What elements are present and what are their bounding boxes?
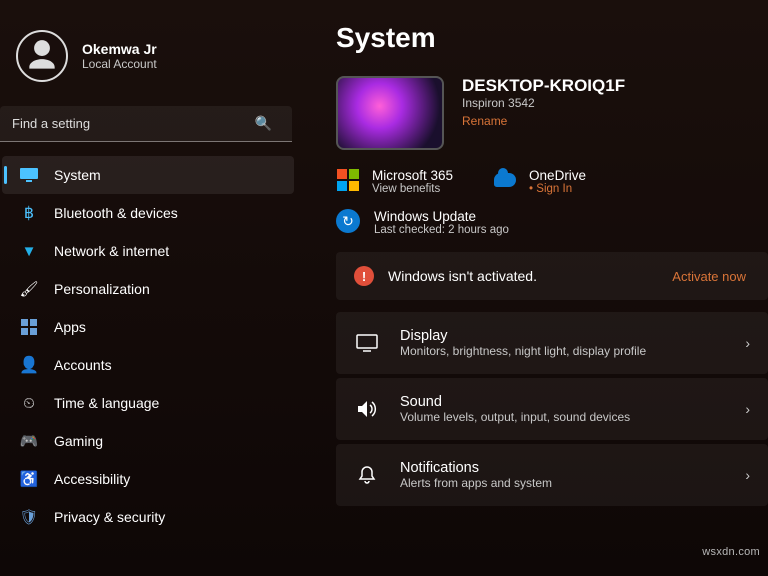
sidebar-item-time[interactable]: ⏲ Time & language (2, 384, 294, 422)
chevron-right-icon: › (745, 467, 750, 483)
user-account-type: Local Account (82, 57, 157, 71)
time-icon: ⏲ (20, 394, 38, 412)
onedrive-card[interactable]: OneDrive Sign In (493, 168, 586, 195)
sidebar-item-label: Privacy & security (54, 509, 165, 525)
device-model: Inspiron 3542 (462, 96, 625, 110)
settings-panel-sound[interactable]: SoundVolume levels, output, input, sound… (336, 378, 768, 440)
accessibility-icon: ♿ (20, 470, 38, 488)
panel-title: Display (400, 328, 646, 344)
ms365-sub: View benefits (372, 183, 453, 195)
sync-icon: ↻ (336, 209, 360, 233)
sidebar-item-label: System (54, 167, 101, 183)
onedrive-signin-link[interactable]: Sign In (529, 183, 586, 195)
display-icon (354, 334, 380, 352)
onedrive-icon (493, 168, 517, 192)
sidebar-item-system[interactable]: System (2, 156, 294, 194)
chevron-right-icon: › (745, 401, 750, 417)
sidebar-item-label: Personalization (54, 281, 150, 297)
panel-title: Sound (400, 394, 630, 410)
activation-message: Windows isn't activated. (388, 268, 537, 284)
settings-panel-notifications[interactable]: NotificationsAlerts from apps and system… (336, 444, 768, 506)
sidebar-item-label: Accessibility (54, 471, 130, 487)
apps-icon (20, 318, 38, 336)
avatar (16, 30, 68, 82)
chevron-right-icon: › (745, 335, 750, 351)
sidebar-item-accounts[interactable]: 👤 Accounts (2, 346, 294, 384)
sidebar-nav: System ฿ Bluetooth & devices ▼ Network & int… (0, 156, 300, 536)
sidebar-item-privacy[interactable]: 🛡 Privacy & security (2, 498, 294, 536)
settings-panel-display[interactable]: DisplayMonitors, brightness, night light… (336, 312, 768, 374)
panel-sub: Alerts from apps and system (400, 476, 552, 490)
sidebar-item-bluetooth[interactable]: ฿ Bluetooth & devices (2, 194, 294, 232)
sidebar-item-label: Accounts (54, 357, 112, 373)
panel-title: Notifications (400, 460, 552, 476)
activate-now-link[interactable]: Activate now (672, 269, 750, 284)
activation-banner[interactable]: ! Windows isn't activated. Activate now (336, 252, 768, 300)
sidebar-item-label: Gaming (54, 433, 103, 449)
sidebar-item-personalization[interactable]: 🖌 Personalization (2, 270, 294, 308)
gaming-icon: 🎮 (20, 432, 38, 450)
ms365-title: Microsoft 365 (372, 168, 453, 183)
page-title: System (336, 22, 768, 54)
user-account-block[interactable]: Okemwa Jr Local Account (0, 24, 300, 102)
accounts-icon: 👤 (20, 356, 38, 374)
panel-sub: Monitors, brightness, night light, displ… (400, 344, 646, 358)
user-name: Okemwa Jr (82, 41, 157, 57)
microsoft-365-card[interactable]: Microsoft 365 View benefits (336, 168, 453, 195)
windows-update-card[interactable]: ↻ Windows Update Last checked: 2 hours a… (336, 209, 768, 236)
sidebar-item-accessibility[interactable]: ♿ Accessibility (2, 460, 294, 498)
update-title: Windows Update (374, 209, 509, 224)
sidebar-item-label: Network & internet (54, 243, 169, 259)
personalization-icon: 🖌 (20, 280, 38, 298)
sidebar-item-gaming[interactable]: 🎮 Gaming (2, 422, 294, 460)
search-input[interactable] (0, 106, 292, 142)
device-name: DESKTOP-KROIQ1F (462, 76, 625, 96)
microsoft-logo-icon (336, 168, 360, 192)
sound-icon (354, 400, 380, 418)
sidebar-item-label: Time & language (54, 395, 159, 411)
search-icon: 🔍 (255, 115, 272, 132)
sidebar-item-network[interactable]: ▼ Network & internet (2, 232, 294, 270)
person-icon (23, 37, 61, 75)
system-icon (20, 166, 38, 184)
panel-sub: Volume levels, output, input, sound devi… (400, 410, 630, 424)
device-thumbnail (336, 76, 444, 150)
sidebar-item-apps[interactable]: Apps (2, 308, 294, 346)
bluetooth-icon: ฿ (20, 204, 38, 222)
update-sub: Last checked: 2 hours ago (374, 224, 509, 236)
watermark: wsxdn.com (702, 546, 760, 558)
privacy-icon: 🛡 (20, 508, 38, 526)
onedrive-title: OneDrive (529, 168, 586, 183)
sidebar-item-label: Apps (54, 319, 86, 335)
sidebar-item-label: Bluetooth & devices (54, 205, 178, 221)
rename-link[interactable]: Rename (462, 114, 507, 128)
network-icon: ▼ (20, 242, 38, 260)
notifications-icon (354, 465, 380, 485)
warning-icon: ! (354, 266, 374, 286)
